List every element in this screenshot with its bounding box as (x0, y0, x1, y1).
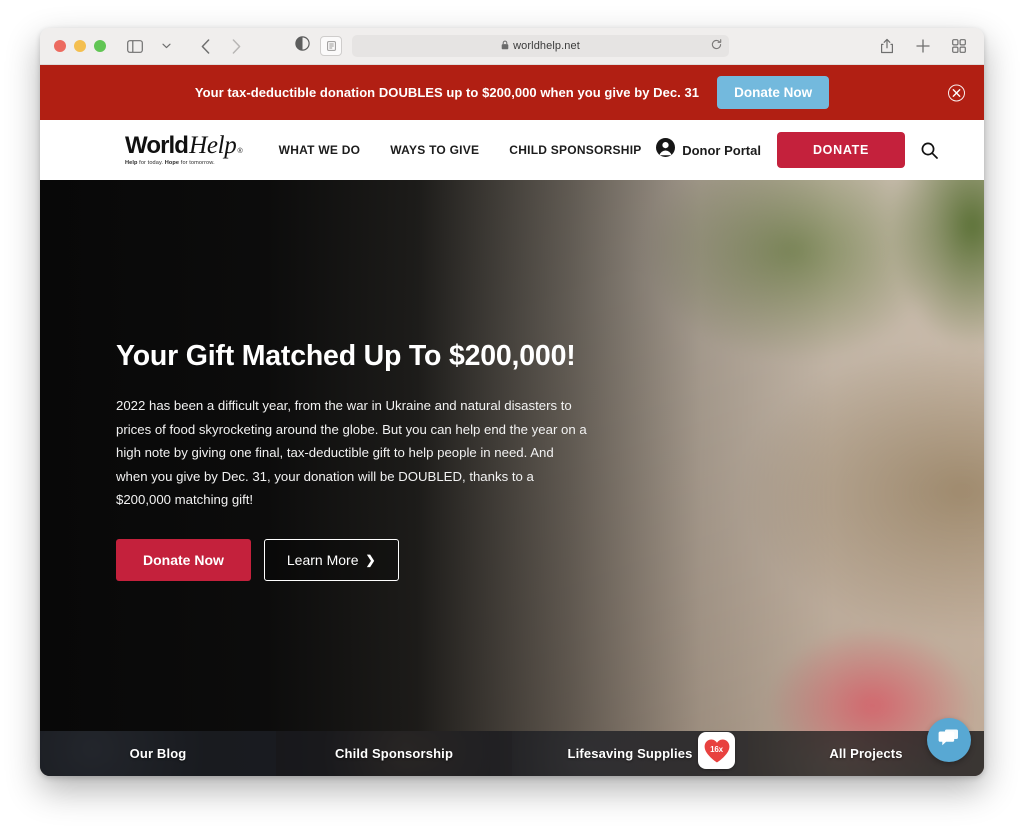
match-multiplier-label: 16x (710, 744, 723, 754)
logo-tagline: Help for today. Hope for tomorrow. (125, 160, 243, 167)
logo-word-world: World (125, 132, 189, 160)
hero-learn-more-button[interactable]: Learn More ❯ (263, 538, 399, 581)
browser-nav-controls (124, 35, 247, 57)
logo-tagline-bold-2: Hope (164, 160, 180, 167)
reload-icon[interactable] (711, 37, 722, 55)
reader-view-icon[interactable] (320, 36, 342, 56)
header-right-actions: Donor Portal DONATE (656, 132, 938, 168)
promo-donate-now-button[interactable]: Donate Now (717, 76, 830, 109)
logo-tagline-rest-1: for today. (137, 160, 164, 167)
contrast-icon[interactable] (295, 36, 310, 56)
sidebar-toggle-icon[interactable] (124, 35, 146, 57)
match-multiplier-badge[interactable]: 16x (698, 732, 735, 769)
chat-widget-button[interactable] (927, 718, 971, 762)
logo-word-help: Help (189, 132, 237, 160)
hero-title: Your Gift Matched Up To $200,000! (116, 340, 576, 372)
lock-icon (501, 37, 509, 55)
window-traffic-lights (54, 40, 106, 52)
plus-icon[interactable] (912, 35, 934, 57)
heart-icon: 16x (703, 738, 731, 764)
screenshot-stage: worldhelp.net Your tax-deductible donati… (0, 0, 1024, 829)
chevron-right-icon: ❯ (365, 552, 376, 567)
close-window-button[interactable] (54, 40, 66, 52)
nav-item-what-we-do[interactable]: WHAT WE DO (279, 143, 361, 157)
hero-learn-more-label: Learn More (286, 551, 359, 568)
hero-donate-now-button[interactable]: Donate Now (116, 538, 251, 581)
zoom-window-button[interactable] (94, 40, 106, 52)
user-circle-icon (656, 138, 676, 162)
site-header: World Help ® Help for today. Hope for to… (40, 120, 984, 180)
nav-item-child-sponsorship[interactable]: CHILD SPONSORSHIP (509, 143, 641, 157)
browser-right-tools (876, 35, 970, 57)
chat-bubble-icon (937, 727, 961, 754)
chevron-down-icon[interactable] (155, 35, 177, 57)
search-icon[interactable] (921, 142, 938, 159)
quick-link-label: Child Sponsorship (334, 746, 454, 761)
logo-tagline-bold-1: Help (125, 160, 138, 167)
header-donate-button[interactable]: DONATE (776, 132, 905, 168)
close-circle-icon[interactable] (948, 84, 965, 101)
promo-banner: Your tax-deductible donation DOUBLES up … (40, 65, 984, 120)
hero-content: Your Gift Matched Up To $200,000! 2022 h… (116, 340, 616, 581)
worldhelp-logo[interactable]: World Help ® Help for today. Hope for to… (125, 133, 243, 167)
url-text: worldhelp.net (513, 40, 580, 52)
page-viewport: Your tax-deductible donation DOUBLES up … (40, 65, 984, 776)
back-arrow-icon[interactable] (194, 35, 216, 57)
logo-tagline-rest-2: for tomorrow. (179, 160, 215, 167)
forward-arrow-icon[interactable] (225, 35, 247, 57)
minimize-window-button[interactable] (74, 40, 86, 52)
url-input[interactable]: worldhelp.net (352, 35, 729, 57)
registered-trademark-icon: ® (237, 148, 243, 156)
donor-portal-link[interactable]: Donor Portal (656, 138, 761, 162)
quick-link-our-blog[interactable]: Our Blog (40, 731, 276, 776)
quick-link-label: All Projects (829, 746, 903, 761)
hero-body-text: 2022 has been a difficult year, from the… (116, 398, 587, 507)
quick-link-label: Lifesaving Supplies (567, 746, 693, 761)
donor-portal-label: Donor Portal (682, 142, 761, 158)
nav-item-ways-to-give[interactable]: WAYS TO GIVE (390, 143, 479, 157)
quick-links-bar: Our Blog Child Sponsorship Lifesaving Su… (40, 731, 984, 776)
main-navigation: WHAT WE DO WAYS TO GIVE CHILD SPONSORSHI… (279, 143, 642, 157)
tab-grid-icon[interactable] (948, 35, 970, 57)
quick-link-child-sponsorship[interactable]: Child Sponsorship (276, 731, 512, 776)
quick-link-label: Our Blog (129, 746, 187, 761)
browser-toolbar: worldhelp.net (40, 28, 984, 65)
hero-section: Your Gift Matched Up To $200,000! 2022 h… (40, 180, 984, 776)
hero-action-buttons: Donate Now Learn More ❯ (116, 538, 616, 581)
browser-window: worldhelp.net Your tax-deductible donati… (40, 28, 984, 776)
promo-message: Your tax-deductible donation DOUBLES up … (194, 85, 700, 100)
share-icon[interactable] (876, 35, 898, 57)
